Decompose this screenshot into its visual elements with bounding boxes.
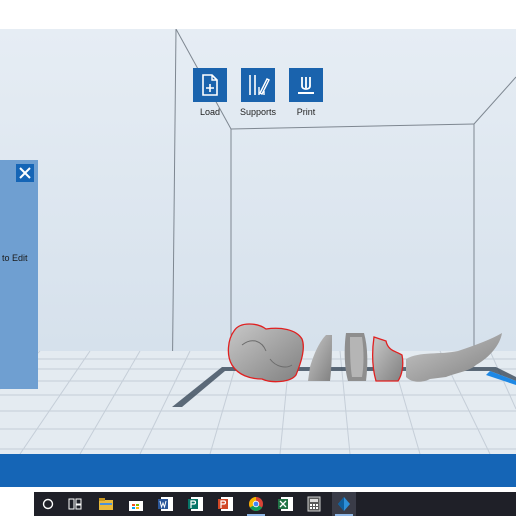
supports-button[interactable]: Supports (240, 68, 276, 117)
cortana-icon[interactable] (36, 492, 60, 516)
3d-viewport[interactable]: Load Supports Print to Edit (0, 29, 516, 454)
load-button[interactable]: Load (192, 68, 228, 117)
close-panel-button[interactable] (16, 164, 34, 182)
chrome-icon[interactable] (244, 492, 268, 516)
publisher-icon[interactable] (184, 492, 208, 516)
powerpoint-icon[interactable] (214, 492, 238, 516)
word-icon[interactable] (154, 492, 178, 516)
model-part-head[interactable] (227, 323, 304, 383)
supports-icon (241, 68, 275, 102)
file-explorer-icon[interactable] (94, 492, 118, 516)
store-icon[interactable] (124, 492, 148, 516)
print-button[interactable]: Print (288, 68, 324, 117)
calculator-icon[interactable] (302, 492, 326, 516)
slicer-app-icon[interactable] (332, 492, 356, 516)
close-icon (19, 167, 31, 179)
status-bar (0, 454, 516, 487)
excel-icon[interactable] (274, 492, 298, 516)
taskbar-search-box[interactable] (0, 492, 34, 516)
print-label: Print (296, 107, 316, 117)
print-icon (289, 68, 323, 102)
model-part-ring[interactable] (344, 333, 368, 381)
edit-side-panel (0, 160, 38, 389)
load-icon (193, 68, 227, 102)
task-view-icon[interactable] (63, 492, 87, 516)
panel-instruction-text: to Edit (2, 253, 28, 263)
